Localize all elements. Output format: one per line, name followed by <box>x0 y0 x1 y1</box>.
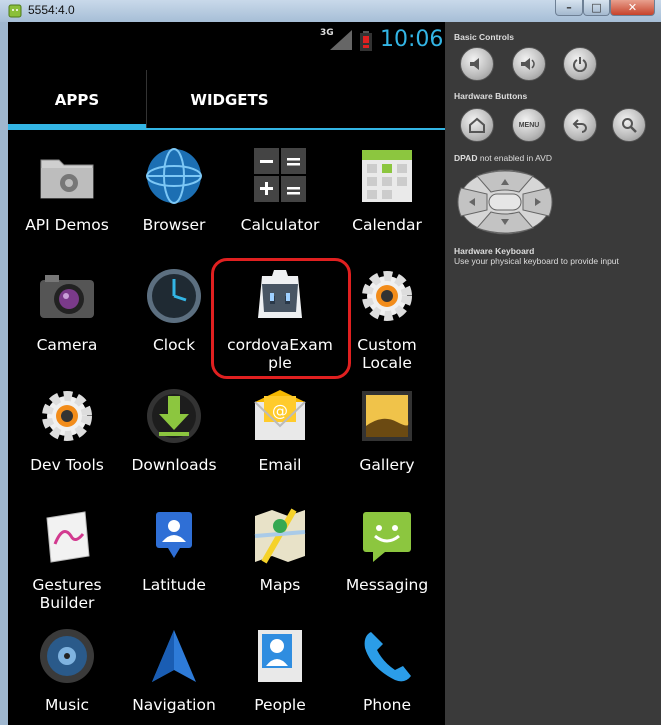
dpad-status: DPAD not enabled in AVD <box>454 153 552 163</box>
basic-controls-title: Basic Controls <box>454 32 514 42</box>
app-messaging[interactable]: Messaging <box>333 502 441 622</box>
app-label: Latitude <box>142 576 206 594</box>
status-bar: 3G 10:06 <box>8 22 445 60</box>
minimize-button[interactable]: – <box>555 0 583 16</box>
app-phone[interactable]: Phone <box>333 622 441 725</box>
phone-screen: 3G 10:06 APPS WIDGETS API Demos Browser … <box>8 22 445 725</box>
app-label: API Demos <box>25 216 109 234</box>
app-label: Downloads <box>131 456 217 474</box>
title-bar[interactable]: 5554:4.0 – □ ✕ <box>0 0 661 22</box>
dpad-note: not enabled in AVD <box>477 153 552 163</box>
app-label: Phone <box>362 696 411 714</box>
gear-icon <box>362 271 412 321</box>
people-icon <box>258 630 302 682</box>
home-button[interactable] <box>460 108 494 142</box>
app-latitude[interactable]: Latitude <box>120 502 228 622</box>
gesture-icon <box>46 511 90 563</box>
home-icon <box>469 117 485 133</box>
app-gestures-builder[interactable]: Gestures Builder <box>13 502 121 622</box>
menu-button[interactable]: MENU <box>512 108 546 142</box>
search-icon <box>622 118 637 133</box>
calendar-icon <box>362 150 412 202</box>
back-button[interactable] <box>563 108 597 142</box>
app-label: Maps <box>259 576 301 594</box>
tab-apps[interactable]: APPS <box>8 70 146 130</box>
emulator-window: 5554:4.0 – □ ✕ 3G 10:06 APPS WIDGETS API… <box>0 0 661 725</box>
folder-gear-icon <box>40 159 94 199</box>
app-music[interactable]: Music <box>13 622 121 725</box>
app-browser[interactable]: Browser <box>120 142 228 262</box>
gallery-icon <box>362 391 412 441</box>
maps-icon <box>254 508 306 564</box>
music-icon <box>40 629 94 683</box>
clock-icon <box>147 269 201 323</box>
hardware-buttons-title: Hardware Buttons <box>454 91 528 101</box>
app-label: Gallery <box>359 456 415 474</box>
volume-up-icon <box>521 58 535 70</box>
app-dev-tools[interactable]: Dev Tools <box>13 382 121 502</box>
globe-icon <box>146 148 202 204</box>
dpad-control[interactable] <box>457 168 553 236</box>
app-people[interactable]: People <box>226 622 334 725</box>
messaging-icon <box>363 512 411 562</box>
app-camera[interactable]: Camera <box>13 262 121 382</box>
emulator-control-panel: Basic Controls Hardware Buttons MENU DPA… <box>445 22 661 725</box>
email-icon: @ <box>254 390 306 440</box>
app-calculator[interactable]: Calculator <box>226 142 334 262</box>
app-label: Browser <box>142 216 206 234</box>
svg-text:@: @ <box>272 401 288 420</box>
app-email[interactable]: @ Email <box>226 382 334 502</box>
hardware-keyboard-text: Use your physical keyboard to provide in… <box>454 256 619 266</box>
search-button[interactable] <box>612 108 646 142</box>
app-label: Camera <box>36 336 98 354</box>
status-clock: 10:06 <box>380 27 444 52</box>
volume-down-icon <box>470 58 479 70</box>
launcher-tabs: APPS WIDGETS <box>8 70 445 130</box>
app-label: Navigation <box>132 696 216 714</box>
app-navigation[interactable]: Navigation <box>120 622 228 725</box>
app-label: Calculator <box>240 216 320 234</box>
gear-icon <box>42 391 92 441</box>
app-downloads[interactable]: Downloads <box>120 382 228 502</box>
android-app-icon <box>8 4 22 18</box>
highlight-annotation <box>211 258 351 379</box>
close-button[interactable]: ✕ <box>610 0 655 16</box>
app-label: Calendar <box>352 216 422 234</box>
battery-icon <box>360 31 372 51</box>
power-icon <box>573 57 587 72</box>
window-title: 5554:4.0 <box>28 3 75 17</box>
navigation-icon <box>152 630 196 682</box>
hardware-keyboard-title: Hardware Keyboard <box>454 246 535 256</box>
phone-icon <box>364 632 411 682</box>
volume-down-button[interactable] <box>460 47 494 81</box>
camera-icon <box>40 275 94 318</box>
download-icon <box>147 389 201 443</box>
back-icon <box>572 119 587 133</box>
app-label: Email <box>258 456 302 474</box>
app-label: Dev Tools <box>30 456 104 474</box>
tab-divider <box>8 128 445 130</box>
power-button[interactable] <box>563 47 597 81</box>
volume-up-button[interactable] <box>512 47 546 81</box>
maximize-button[interactable]: □ <box>583 0 610 16</box>
app-api-demos[interactable]: API Demos <box>13 142 121 262</box>
dpad-title: DPAD <box>454 153 478 163</box>
signal-icon <box>330 30 352 50</box>
app-calendar[interactable]: Calendar <box>333 142 441 262</box>
app-label: People <box>254 696 306 714</box>
app-label: Music <box>44 696 90 714</box>
tab-widgets[interactable]: WIDGETS <box>146 70 312 130</box>
latitude-icon <box>156 512 192 558</box>
calculator-icon <box>254 148 306 202</box>
app-label: Messaging <box>345 576 429 594</box>
app-maps[interactable]: Maps <box>226 502 334 622</box>
app-label: Gestures Builder <box>32 576 102 612</box>
app-gallery[interactable]: Gallery <box>333 382 441 502</box>
